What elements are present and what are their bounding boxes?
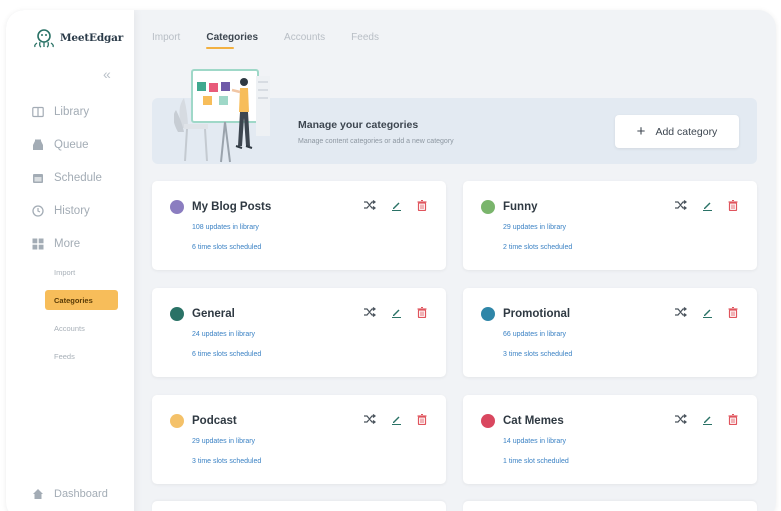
category-updates-link[interactable]: 24 updates in library	[192, 331, 255, 338]
category-updates-link[interactable]: 14 updates in library	[503, 438, 566, 445]
trash-icon[interactable]	[415, 305, 429, 319]
nav-schedule-label: Schedule	[54, 172, 102, 184]
nav-more-label: More	[54, 238, 81, 250]
category-card[interactable]: Cat Memes 14 updates in library 1 time s…	[463, 395, 757, 484]
nav-dashboard-label: Dashboard	[54, 488, 108, 500]
shuffle-icon[interactable]	[674, 412, 688, 426]
subnav-feeds[interactable]: Feeds	[54, 352, 75, 361]
category-name: Podcast	[192, 415, 237, 427]
nav-more[interactable]: More	[32, 238, 132, 250]
category-card[interactable]: My Blog Posts 108 updates in library 6 t…	[152, 181, 446, 270]
edit-icon[interactable]	[389, 198, 403, 212]
category-updates-link[interactable]: 29 updates in library	[503, 224, 566, 231]
category-actions	[363, 198, 429, 212]
tab-categories[interactable]: Categories	[206, 32, 258, 49]
octopus-logo-icon	[34, 29, 54, 48]
trash-icon[interactable]	[415, 198, 429, 212]
tab-accounts[interactable]: Accounts	[284, 32, 325, 49]
inbox-icon	[33, 139, 43, 150]
category-actions	[363, 412, 429, 426]
category-color-dot	[170, 200, 184, 214]
category-card[interactable]: General 24 updates in library 6 time slo…	[152, 288, 446, 377]
logo-text: MeetEdgar	[60, 32, 124, 44]
category-actions	[674, 412, 740, 426]
nav-queue[interactable]: Queue	[32, 139, 132, 151]
shuffle-icon[interactable]	[363, 305, 377, 319]
category-card-partial[interactable]	[152, 501, 446, 511]
sidebar: MeetEdgar « Library Queue Schedule Histo…	[6, 10, 134, 511]
category-color-dot	[481, 200, 495, 214]
category-actions	[674, 305, 740, 319]
plus-icon: +	[636, 123, 646, 140]
category-card[interactable]: Podcast 29 updates in library 3 time slo…	[152, 395, 446, 484]
shuffle-icon[interactable]	[363, 412, 377, 426]
trash-icon[interactable]	[415, 412, 429, 426]
trash-icon[interactable]	[726, 412, 740, 426]
shuffle-icon[interactable]	[674, 198, 688, 212]
category-actions	[674, 198, 740, 212]
collapse-sidebar-icon[interactable]: «	[103, 66, 111, 82]
category-color-dot	[170, 307, 184, 321]
subnav-accounts[interactable]: Accounts	[54, 324, 85, 333]
grid-icon	[32, 238, 44, 250]
category-color-dot	[170, 414, 184, 428]
category-color-dot	[481, 414, 495, 428]
logo[interactable]: MeetEdgar	[32, 28, 123, 48]
subnav-categories-label: Categories	[54, 295, 93, 305]
category-card[interactable]: Funny 29 updates in library 2 time slots…	[463, 181, 757, 270]
category-name: Cat Memes	[503, 415, 564, 427]
nav-library-label: Library	[54, 106, 90, 118]
trash-icon[interactable]	[726, 305, 740, 319]
banner-subtitle: Manage content categories or add a new c…	[298, 138, 454, 145]
home-icon	[33, 489, 43, 499]
add-category-label: Add category	[655, 125, 718, 138]
trash-icon[interactable]	[726, 198, 740, 212]
app-window: MeetEdgar « Library Queue Schedule Histo…	[6, 10, 776, 511]
category-card[interactable]: Promotional 66 updates in library 3 time…	[463, 288, 757, 377]
clock-icon	[32, 205, 44, 217]
category-updates-link[interactable]: 66 updates in library	[503, 331, 566, 338]
book-icon	[32, 106, 44, 118]
edit-icon[interactable]	[389, 412, 403, 426]
whiteboard-illustration	[174, 69, 270, 163]
nav-history[interactable]: History	[32, 205, 132, 217]
edit-icon[interactable]	[700, 198, 714, 212]
category-slots-link[interactable]: 3 time slots scheduled	[503, 351, 572, 358]
nav-history-label: History	[54, 205, 90, 217]
subnav-import[interactable]: Import	[54, 268, 75, 277]
banner-title: Manage your categories	[298, 119, 419, 131]
category-card-partial[interactable]	[463, 501, 757, 511]
category-actions	[363, 305, 429, 319]
edit-icon[interactable]	[700, 305, 714, 319]
shuffle-icon[interactable]	[363, 198, 377, 212]
category-name: Funny	[503, 201, 538, 213]
category-name: Promotional	[503, 308, 571, 320]
category-updates-link[interactable]: 108 updates in library	[192, 224, 259, 231]
category-slots-link[interactable]: 2 time slots scheduled	[503, 244, 572, 251]
add-category-button[interactable]: + Add category	[615, 115, 739, 148]
tab-feeds[interactable]: Feeds	[351, 32, 379, 49]
shuffle-icon[interactable]	[674, 305, 688, 319]
tab-bar: Import Categories Accounts Feeds	[152, 32, 379, 49]
nav-schedule[interactable]: Schedule	[32, 172, 132, 184]
edit-icon[interactable]	[700, 412, 714, 426]
nav-dashboard[interactable]: Dashboard	[32, 488, 108, 500]
category-slots-link[interactable]: 1 time slot scheduled	[503, 458, 569, 465]
nav-queue-label: Queue	[54, 139, 89, 151]
subnav-categories[interactable]: Categories	[45, 290, 118, 310]
tab-import[interactable]: Import	[152, 32, 180, 49]
edit-icon[interactable]	[389, 305, 403, 319]
category-updates-link[interactable]: 29 updates in library	[192, 438, 255, 445]
category-color-dot	[481, 307, 495, 321]
manage-categories-banner: Manage your categories Manage content ca…	[152, 69, 757, 164]
category-slots-link[interactable]: 6 time slots scheduled	[192, 351, 261, 358]
category-slots-link[interactable]: 6 time slots scheduled	[192, 244, 261, 251]
category-name: General	[192, 308, 235, 320]
category-slots-link[interactable]: 3 time slots scheduled	[192, 458, 261, 465]
category-name: My Blog Posts	[192, 201, 272, 213]
nav-library[interactable]: Library	[32, 106, 132, 118]
calendar-icon	[33, 174, 43, 183]
